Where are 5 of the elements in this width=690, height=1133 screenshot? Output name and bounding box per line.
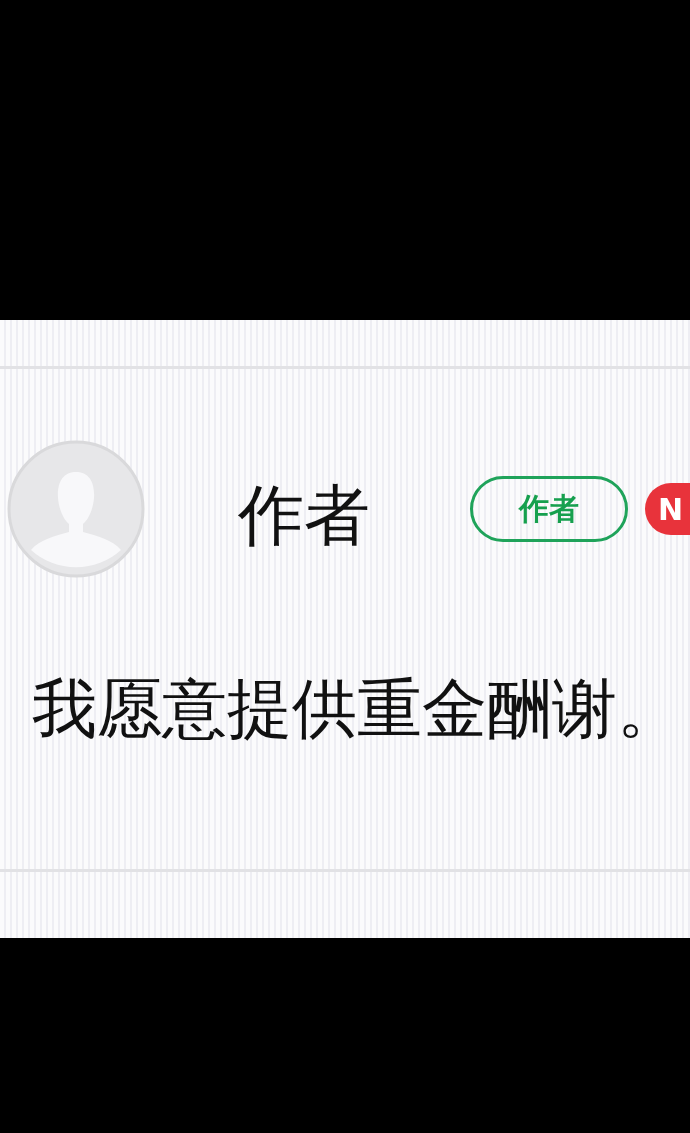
- comment-text: 我愿意提供重金酬谢。: [32, 672, 683, 747]
- letter-badge: N: [645, 483, 690, 535]
- author-name: 作者: [238, 479, 370, 553]
- author-badge: 作者: [470, 476, 628, 542]
- avatar-icon: [7, 440, 145, 578]
